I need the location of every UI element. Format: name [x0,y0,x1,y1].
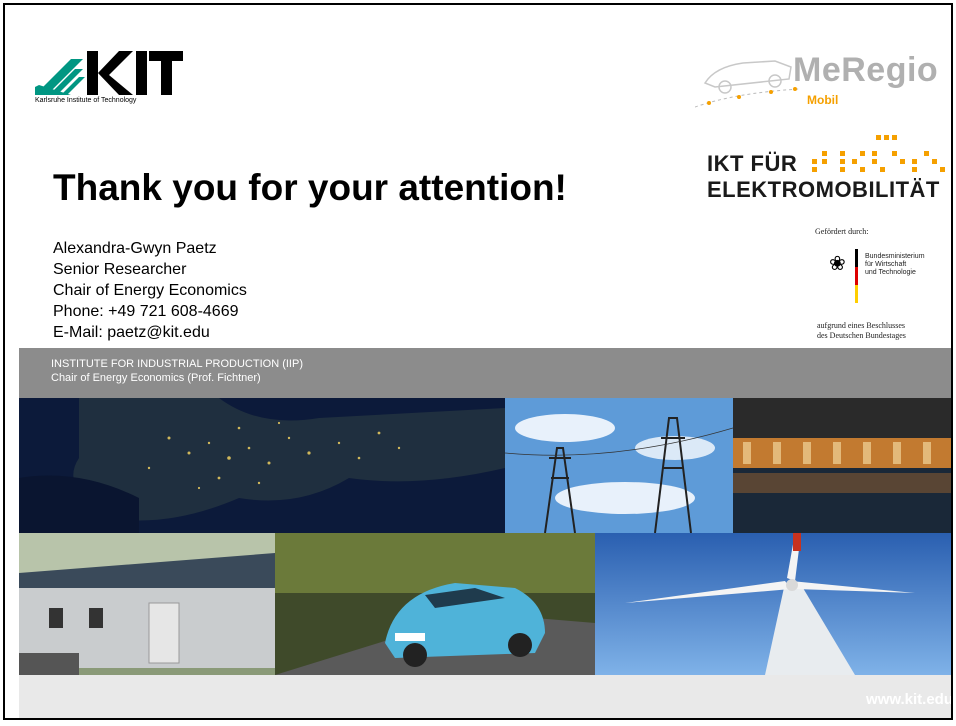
footer-url[interactable]: www.kit.edu [866,691,951,708]
institute-band: INSTITUTE FOR INDUSTRIAL PRODUCTION (IIP… [19,348,951,398]
funding-head: Gefördert durch: [815,227,869,236]
ikt-logo: IKT FÜR ELEKTROMOBILITÄT [707,133,951,213]
ikt-dot-pattern [812,135,945,172]
ikt-line1: IKT FÜR [707,151,798,176]
footer-bar: www.kit.edu [19,675,951,718]
meregio-sub: Mobil [807,93,839,107]
meregio-name: MeRegio [793,51,939,89]
electric-car-photo [275,533,595,675]
eagle-icon: ❀ [829,253,846,275]
contact-email[interactable]: E-Mail: paetz@kit.edu [53,322,247,343]
funding-foot: aufgrund eines Beschlusses des Deutschen… [817,321,906,340]
slide-title: Thank you for your attention! [53,167,567,208]
contact-name: Alexandra-Gwyn Paetz [53,240,217,257]
meregio-logo: MeRegio Mobil [695,45,945,120]
funding-logo: Gefördert durch: ❀ Bundesministerium für… [805,227,951,349]
building-solar-photo [19,533,275,675]
kit-logo: Karlsruhe Institute of Technology [35,45,185,115]
europe-night-photo [19,398,505,533]
contact-position: Senior Researcher [53,261,187,278]
institute-name: INSTITUTE FOR INDUSTRIAL PRODUCTION (IIP… [51,358,303,370]
german-flag-icon [855,249,858,303]
contact-chair: Chair of Energy Economics [53,282,247,299]
power-lines-photo [505,398,733,533]
kit-subtitle: Karlsruhe Institute of Technology [35,97,137,104]
institute-chair: Chair of Energy Economics (Prof. Fichtne… [51,372,261,384]
contact-phone: Phone: +49 721 608-4669 [53,303,239,320]
dam-photo [733,398,951,533]
ministry-name: Bundesministerium für Wirtschaft und Tec… [865,253,925,276]
contact-block: Alexandra-Gwyn Paetz Senior Researcher C… [53,238,247,343]
ikt-line2: ELEKTROMOBILITÄT [707,177,940,202]
slide: Karlsruhe Institute of Technology MeRegi… [3,3,953,720]
wind-turbine-photo [595,533,951,675]
